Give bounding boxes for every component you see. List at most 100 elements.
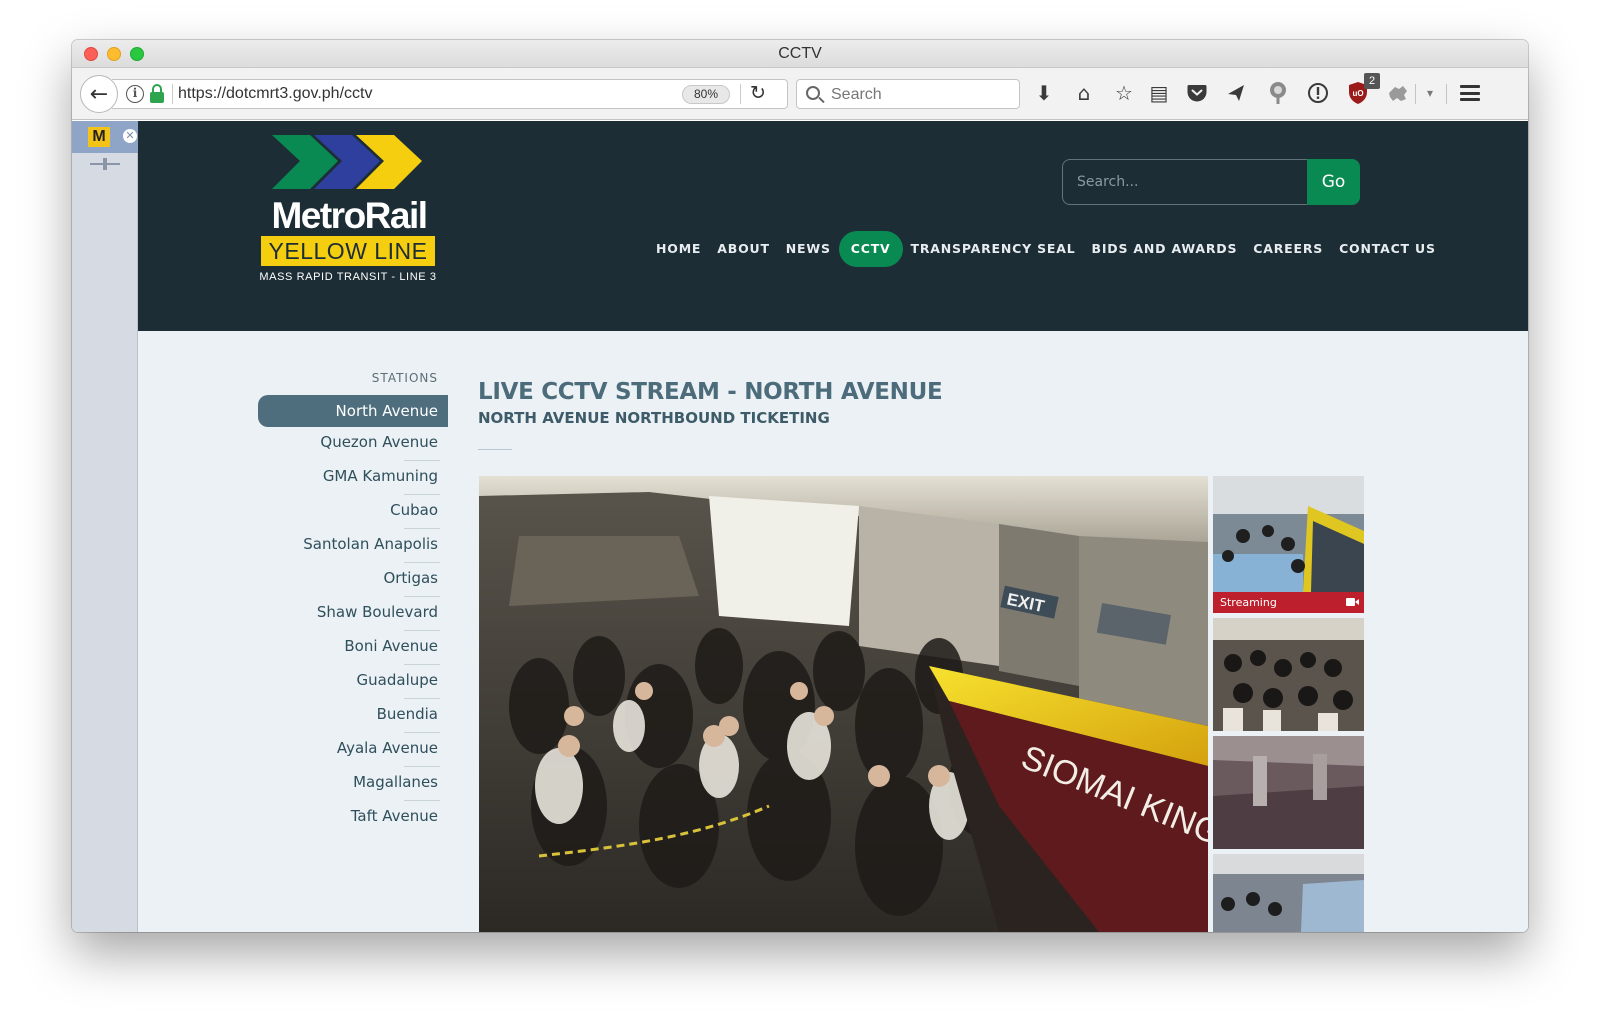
window-title: CCTV — [778, 45, 822, 62]
browser-search-bar[interactable]: Search — [796, 79, 1020, 109]
bookmark-star-icon[interactable]: ☆ — [1110, 79, 1138, 107]
cctv-thumbnail-active[interactable]: Streaming — [1213, 476, 1364, 613]
station-label: Shaw Boulevard — [316, 603, 438, 621]
station-ayala-avenue[interactable]: Ayala Avenue — [258, 733, 448, 766]
nav-careers[interactable]: CAREERS — [1245, 231, 1331, 267]
site-search: Go — [1062, 159, 1360, 205]
lock-icon[interactable] — [150, 84, 164, 104]
reader-icon[interactable]: ▤ — [1145, 79, 1173, 107]
station-taft-avenue[interactable]: Taft Avenue — [258, 801, 448, 834]
metro-favicon-icon: M — [88, 127, 110, 147]
nav-home[interactable]: HOME — [648, 231, 709, 267]
url-bar[interactable]: i https://dotcmrt3.gov.ph/cctv 80% ↻ — [112, 79, 788, 109]
stations-heading: STATIONS — [371, 371, 438, 385]
nav-cctv[interactable]: CCTV — [838, 231, 903, 267]
dropdown-icon[interactable]: ▾ — [1416, 79, 1444, 107]
nav-about[interactable]: ABOUT — [709, 231, 778, 267]
station-label: Boni Avenue — [344, 637, 438, 655]
station-shaw-boulevard[interactable]: Shaw Boulevard — [258, 597, 448, 630]
station-label: Santolan Anapolis — [303, 535, 438, 553]
station-boni-avenue[interactable]: Boni Avenue — [258, 631, 448, 664]
chevron-logo-icon — [272, 135, 422, 189]
cctv-thumbnail-image — [1213, 736, 1364, 849]
zoom-level-badge[interactable]: 80% — [682, 85, 730, 104]
streaming-status-bar: Streaming — [1213, 592, 1364, 613]
cctv-thumbnail-image — [1213, 476, 1364, 592]
station-label: Cubao — [390, 501, 438, 519]
cctv-thumbnail-image — [1213, 618, 1364, 731]
nav-news[interactable]: NEWS — [778, 231, 839, 267]
stream-subtitle: NORTH AVENUE NORTHBOUND TICKETING — [478, 409, 830, 427]
puzzle-icon[interactable] — [1384, 79, 1412, 107]
station-label: North Avenue — [335, 402, 438, 420]
station-north-avenue[interactable]: North Avenue — [258, 395, 448, 427]
menu-icon[interactable] — [1460, 85, 1480, 101]
vertical-tab-strip: M ✕ — [72, 121, 138, 932]
station-gma-kamuning[interactable]: GMA Kamuning — [258, 461, 448, 494]
svg-text:uO: uO — [1352, 89, 1363, 98]
web-page: MetroRail YELLOW LINE MASS RAPID TRANSIT… — [138, 121, 1528, 932]
streaming-label: Streaming — [1220, 596, 1277, 609]
nav-bids-and-awards[interactable]: BIDS AND AWARDS — [1084, 231, 1246, 267]
logo-wordmark: MetroRail — [271, 195, 428, 236]
back-button[interactable]: ← — [80, 75, 118, 113]
browser-search-placeholder: Search — [831, 86, 882, 103]
site-search-input[interactable] — [1062, 159, 1312, 205]
active-tab[interactable]: M ✕ — [72, 121, 138, 153]
site-header: MetroRail YELLOW LINE MASS RAPID TRANSIT… — [138, 121, 1528, 331]
cctv-thumbnail[interactable] — [1213, 736, 1364, 849]
logo-subtitle: MASS RAPID TRANSIT - LINE 3 — [259, 271, 437, 283]
station-buendia[interactable]: Buendia — [258, 699, 448, 732]
station-label: Ayala Avenue — [336, 739, 438, 757]
station-santolan-anapolis[interactable]: Santolan Anapolis — [258, 529, 448, 562]
metrorail-logo[interactable]: MetroRail YELLOW LINE MASS RAPID TRANSIT… — [258, 133, 438, 283]
station-label: GMA Kamuning — [322, 467, 438, 485]
station-label: Buendia — [376, 705, 438, 723]
reload-icon[interactable]: ↻ — [750, 82, 766, 104]
station-label: Magallanes — [353, 773, 438, 791]
url-divider — [740, 84, 741, 104]
cctv-thumbnail[interactable] — [1213, 618, 1364, 731]
stations-sidebar: STATIONS North Avenue Quezon Avenue GMA … — [258, 371, 448, 834]
station-ortigas[interactable]: Ortigas — [258, 563, 448, 596]
logo-line-label: YELLOW LINE — [261, 236, 435, 266]
station-label: Guadalupe — [356, 671, 438, 689]
nav-transparency-seal[interactable]: TRANSPARENCY SEAL — [903, 231, 1084, 267]
url-divider — [172, 84, 173, 104]
station-quezon-avenue[interactable]: Quezon Avenue — [258, 427, 448, 460]
station-guadalupe[interactable]: Guadalupe — [258, 665, 448, 698]
nav-contact-us[interactable]: CONTACT US — [1331, 231, 1444, 267]
search-icon — [806, 86, 820, 100]
title-divider — [478, 449, 512, 450]
extension-icon[interactable] — [1264, 79, 1292, 107]
close-tab-icon[interactable]: ✕ — [123, 129, 137, 143]
back-arrow-icon: ← — [89, 81, 109, 107]
cctv-thumbnail[interactable] — [1213, 854, 1364, 932]
url-text[interactable]: https://dotcmrt3.gov.ph/cctv — [178, 85, 372, 103]
main-cctv-video[interactable]: EXIT SIOMAI KING — [479, 476, 1208, 932]
pocket-icon[interactable] — [1183, 79, 1211, 107]
main-nav: HOME ABOUT NEWS CCTV TRANSPARENCY SEAL B… — [648, 231, 1444, 267]
browser-toolbar: i https://dotcmrt3.gov.ph/cctv 80% ↻ ← S… — [72, 68, 1528, 120]
station-list: North Avenue Quezon Avenue GMA Kamuning … — [258, 395, 448, 834]
video-camera-icon — [1346, 598, 1359, 606]
pin-icon[interactable] — [90, 158, 120, 170]
ublock-count-badge: 2 — [1364, 73, 1380, 89]
station-label: Quezon Avenue — [320, 433, 438, 451]
station-label: Ortigas — [383, 569, 438, 587]
station-label: Taft Avenue — [350, 807, 438, 825]
cctv-crowd-image: EXIT SIOMAI KING — [479, 476, 1208, 932]
station-magallanes[interactable]: Magallanes — [258, 767, 448, 800]
password-icon[interactable] — [1304, 79, 1332, 107]
toolbar-divider — [1446, 84, 1447, 104]
send-icon[interactable] — [1222, 79, 1250, 107]
search-go-button[interactable]: Go — [1307, 159, 1360, 205]
home-icon[interactable]: ⌂ — [1070, 79, 1098, 107]
cctv-thumbnail-image — [1213, 854, 1364, 932]
info-icon[interactable]: i — [126, 85, 144, 103]
browser-window: CCTV i https://dotcmrt3.gov.ph/cctv 80% … — [72, 40, 1528, 932]
station-cubao[interactable]: Cubao — [258, 495, 448, 528]
stream-title: LIVE CCTV STREAM - NORTH AVENUE — [478, 379, 943, 405]
title-bar: CCTV — [72, 40, 1528, 68]
download-icon[interactable]: ⬇ — [1030, 79, 1058, 107]
